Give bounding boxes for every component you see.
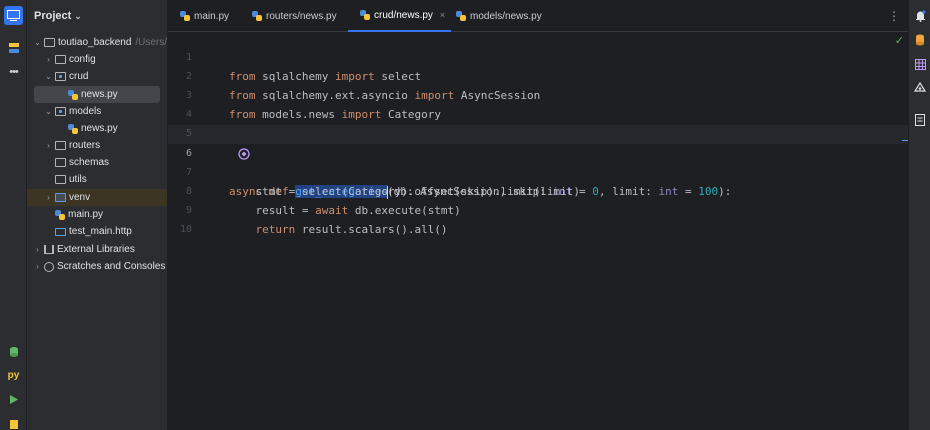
tree-item-label: schemas (69, 157, 110, 168)
tree-item-utils[interactable]: utils (27, 171, 167, 188)
scratches-icon (44, 261, 54, 272)
tree-item-test-main-http[interactable]: test_main.http (27, 223, 167, 240)
project-view-icon[interactable] (4, 6, 23, 25)
tree-item-label: External Libraries (57, 244, 135, 255)
tree-item-label: utils (69, 174, 87, 185)
project-header[interactable]: Project ⌄ (27, 0, 167, 32)
code-editor[interactable]: ✓ 1 from sqlalchemy import select 2 from… (168, 32, 908, 430)
code-line-1: 1 from sqlalchemy import select (168, 29, 908, 83)
collapse-arrow-icon: › (47, 55, 50, 64)
collapse-arrow-icon: › (47, 193, 50, 202)
database-icon[interactable] (912, 32, 928, 48)
tree-item-scratches[interactable]: › Scratches and Consoles (27, 258, 167, 275)
chevron-down-icon: ⌄ (74, 10, 82, 21)
code-text: result.scalars().all() (295, 223, 448, 236)
tree-item-label: venv (69, 192, 91, 203)
tab-label: routers/news.py (266, 10, 337, 22)
code-line-9: 9 return result.scalars().all() (168, 182, 908, 236)
python-file-icon (456, 11, 466, 21)
tree-item-schemas[interactable]: schemas (27, 154, 167, 171)
python-file-icon (180, 11, 190, 21)
tree-item-config[interactable]: › config (27, 51, 167, 68)
tabs-more-icon[interactable]: ⋮ (888, 9, 900, 23)
code-line-2: 2 from sqlalchemy.ext.asyncio import Asy… (168, 48, 908, 102)
collapse-arrow-icon: › (36, 245, 39, 254)
package-folder-icon (55, 72, 66, 81)
tree-item-routers[interactable]: › routers (27, 137, 167, 154)
code-line-3: 3 from models.news import Category (168, 67, 908, 121)
expand-arrow-icon: ⌄ (34, 38, 41, 47)
structure-icon[interactable] (4, 38, 23, 57)
tree-item-external-libraries[interactable]: › External Libraries (27, 241, 167, 258)
folder-icon (55, 158, 66, 167)
tree-item-models-news-py[interactable]: news.py (27, 120, 167, 137)
tree-item-label: crud (69, 71, 89, 82)
tree-item-crud-news-py[interactable]: news.py (34, 86, 160, 103)
problems-icon[interactable] (4, 414, 23, 430)
ai-assistant-icon[interactable] (912, 80, 928, 96)
tab-models-news-py[interactable]: models/news.py (444, 0, 542, 32)
project-path: /Users/d (135, 37, 168, 48)
tab-routers-news-py[interactable]: routers/news.py (240, 0, 337, 32)
expand-arrow-icon: ⌄ (45, 72, 52, 81)
python-file-icon (252, 11, 262, 21)
more-icon[interactable]: ••• (4, 62, 23, 81)
package-folder-icon (55, 107, 66, 116)
python-console-icon[interactable]: py (4, 366, 23, 385)
collapse-arrow-icon: › (36, 262, 39, 271)
code-line-10: 10 (168, 201, 908, 235)
tree-item-label: config (69, 54, 96, 65)
project-panel: Project ⌄ ⌄ toutiao_backend /Users/d › c… (27, 0, 168, 430)
tree-item-crud[interactable]: ⌄ crud (27, 68, 167, 85)
tree-item-label: Scratches and Consoles (57, 261, 166, 272)
tree-item-label: news.py (81, 123, 118, 134)
tab-label: main.py (194, 10, 230, 22)
tab-label: models/news.py (470, 10, 542, 22)
code-line-7: 7 stmt = select(Category).offset(skip).l… (168, 144, 908, 198)
tree-item-models[interactable]: ⌄ models (27, 103, 167, 120)
venv-folder-icon (55, 193, 66, 202)
tree-item-label: test_main.http (69, 226, 132, 237)
tree-item-label: models (69, 106, 102, 117)
tree-item-venv[interactable]: › venv (27, 189, 167, 206)
tree-item-label: routers (69, 140, 101, 151)
notifications-icon[interactable] (912, 8, 928, 24)
folder-icon (44, 38, 55, 47)
tab-label: crud/news.py (374, 9, 433, 21)
right-tool-strip (908, 0, 930, 430)
python-file-icon (68, 123, 78, 134)
tree-item-main-py[interactable]: main.py (27, 206, 167, 223)
code-line-8: 8 result = await db.execute(stmt) (168, 163, 908, 217)
tree-item-label: toutiao_backend (58, 37, 132, 48)
preview-icon[interactable] (912, 112, 928, 128)
project-title: Project (34, 10, 72, 22)
http-file-icon (55, 227, 66, 236)
folder-icon (55, 175, 66, 184)
folder-icon (55, 141, 66, 150)
tree-item-toutiao-backend[interactable]: ⌄ toutiao_backend /Users/d (27, 34, 168, 51)
code-line-5: 5 (168, 105, 908, 139)
expand-arrow-icon: ⌄ (45, 107, 52, 116)
left-tool-strip: ••• py (0, 0, 27, 430)
collapse-arrow-icon: › (47, 141, 50, 150)
line-number: 10 (179, 224, 192, 235)
tree-item-label: main.py (68, 209, 104, 220)
sciview-icon[interactable] (912, 56, 928, 72)
editor-tabs: main.py routers/news.py crud/news.py × m… (168, 0, 908, 32)
python-file-icon (360, 10, 370, 20)
tree-item-label: news.py (81, 89, 118, 100)
run-icon[interactable] (4, 390, 23, 409)
python-packages-icon[interactable] (4, 342, 23, 361)
python-file-icon (68, 89, 78, 100)
library-icon (44, 245, 54, 254)
folder-icon (55, 55, 66, 64)
code-line-4: 4 (168, 86, 908, 120)
tab-main-py[interactable]: main.py (168, 0, 229, 32)
keyword: return (229, 223, 296, 236)
python-file-icon (55, 209, 65, 220)
code-line-6: 6 async def get_categories(db: AsyncSess… (168, 125, 908, 199)
pycharm-gutter-icon[interactable] (198, 128, 250, 160)
tab-crud-news-py[interactable]: crud/news.py × (348, 0, 452, 32)
